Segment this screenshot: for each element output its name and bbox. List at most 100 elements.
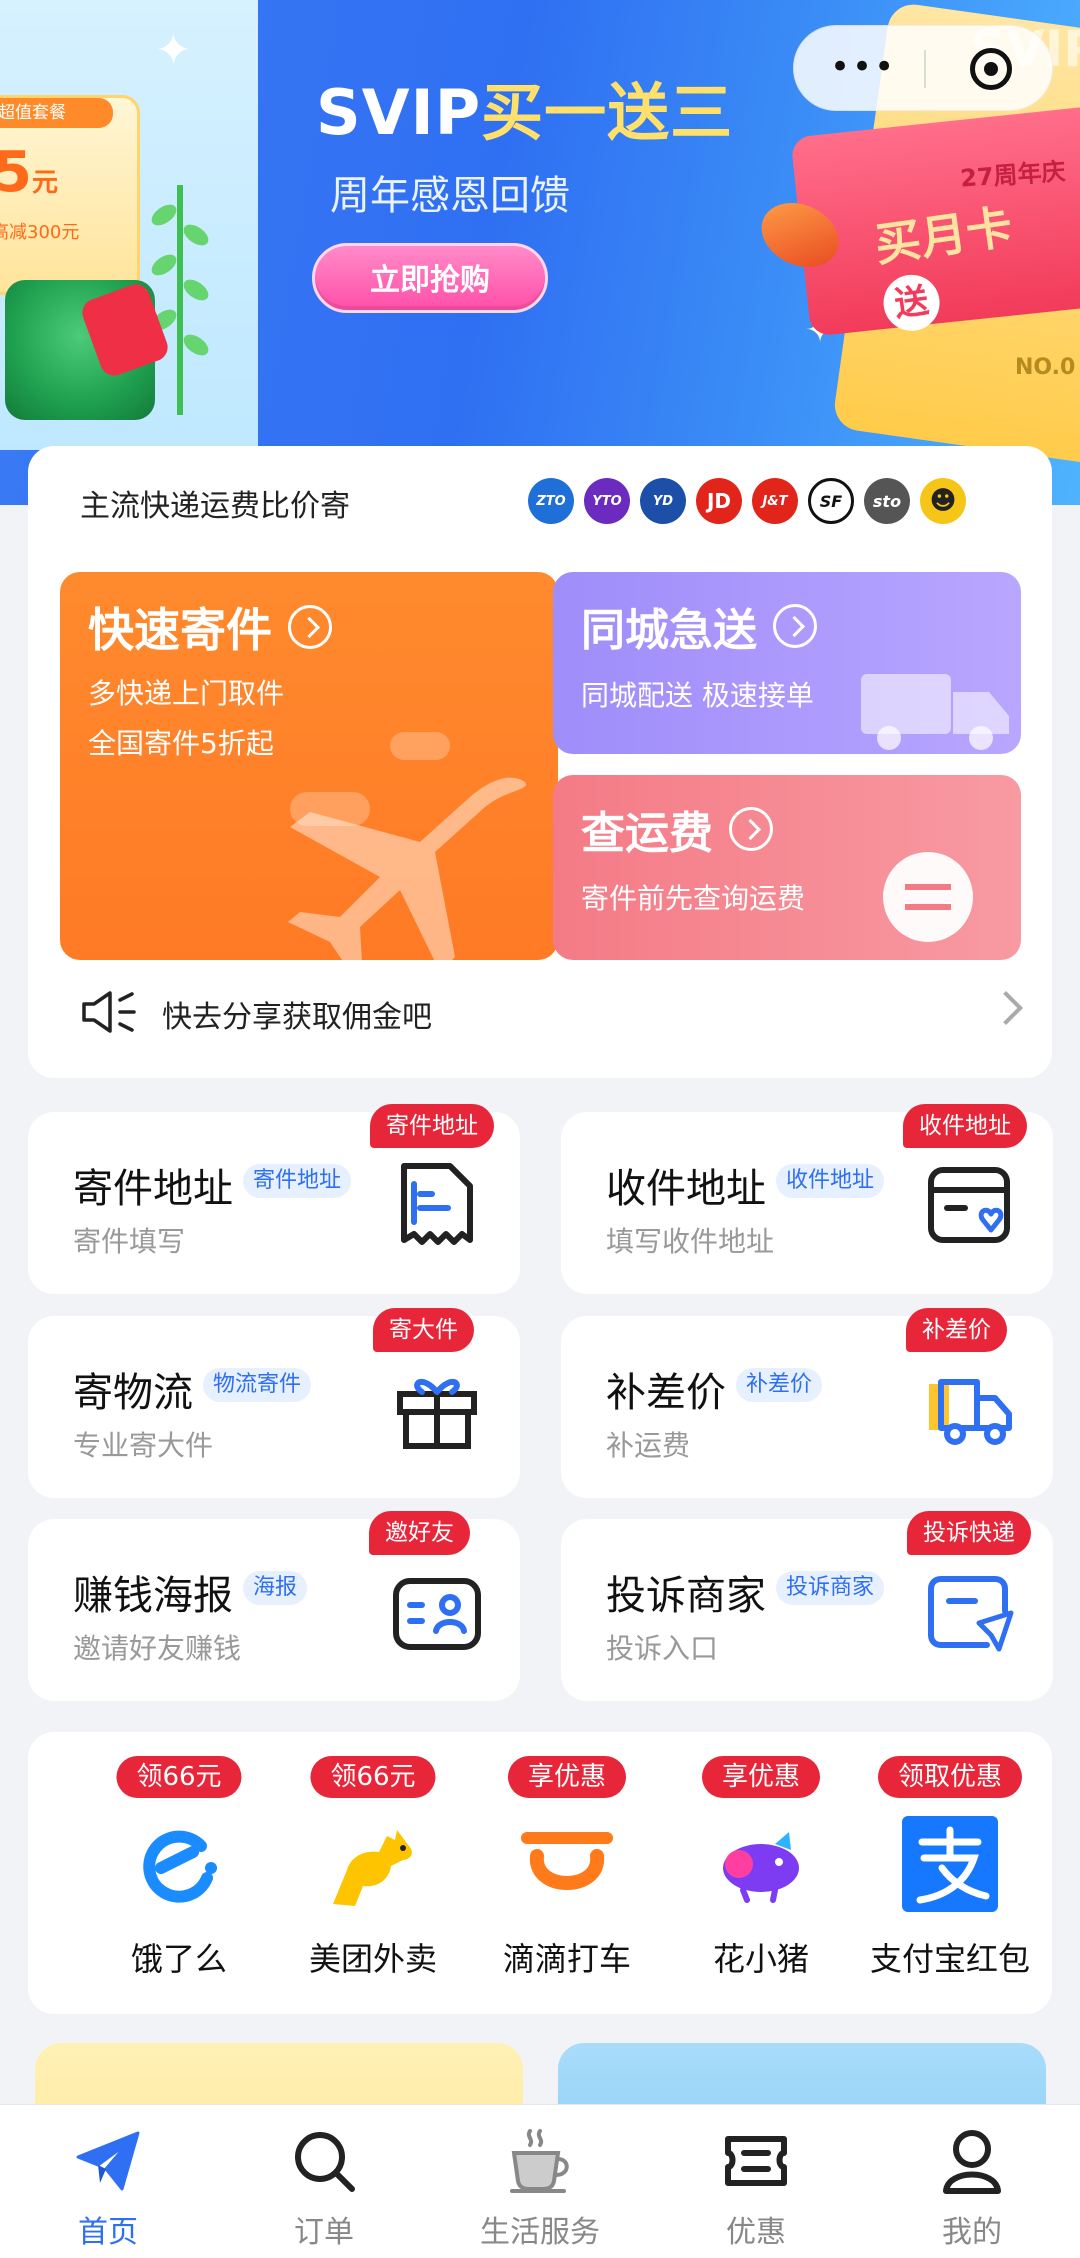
service-chip: 海报 [243, 1571, 308, 1605]
service-subtitle: 补运费 [606, 1429, 691, 1462]
share-commission-row[interactable]: 快去分享获取佣金吧 [80, 982, 1030, 1042]
service-title: 收件地址 [606, 1166, 766, 1212]
truck-icon [861, 674, 1009, 750]
nav-life-services[interactable]: 生活服务 [432, 2105, 648, 2258]
carrier-logo-jd: JD [696, 478, 742, 524]
sparkle-icon: ✦ [155, 25, 192, 76]
same-city-tile[interactable]: 同城急送 同城配送 极速接单 [553, 572, 1021, 754]
buy-now-button[interactable]: 立即抢购 [312, 243, 548, 313]
carrier-logo-smile: ☻ [920, 478, 966, 524]
nav-label: 首页 [78, 2215, 138, 2250]
banner-title-prefix: SVIP [316, 76, 482, 149]
nav-home[interactable]: 首页 [0, 2105, 216, 2258]
service-subtitle: 邀请好友赚钱 [73, 1632, 242, 1665]
banner-title-highlight: 买一送三 [481, 76, 734, 149]
service-title: 补差价 [606, 1370, 726, 1416]
alipay-logo-icon [902, 1816, 998, 1912]
check-fee-title: 查运费 [581, 808, 713, 859]
arrow-circle-icon [288, 605, 332, 649]
same-city-line1: 同城配送 极速接单 [581, 679, 814, 712]
service-title: 寄物流 [73, 1370, 193, 1416]
coffee-cup-icon [510, 2129, 569, 2193]
banner-title: SVIP买一送三 [316, 62, 733, 152]
promo-name: 饿了么 [130, 1940, 227, 1978]
promo-banner[interactable]: 件超值套餐 5元 最高减300元 ✦ ✦ SVIP买一送三 周年感恩回馈 立即抢… [0, 0, 1080, 505]
user-icon [943, 2130, 1001, 2194]
carrier-logo-sf: SF [808, 478, 854, 524]
paper-plane-icon [76, 2131, 140, 2191]
sender-receipt-icon [401, 1163, 473, 1245]
ticket-send-badge: 送 [879, 271, 944, 335]
promo-tag: 领66元 [310, 1756, 436, 1798]
promo-alipay[interactable]: 领取优惠 支付宝红包 [860, 1756, 1040, 1996]
banner-subtitle: 周年感恩回馈 [330, 173, 570, 219]
service-badge: 投诉快递 [907, 1511, 1031, 1555]
service-badge: 寄件地址 [370, 1104, 494, 1148]
promo-name: 美团外卖 [308, 1940, 437, 1978]
service-badge: 收件地址 [903, 1104, 1027, 1148]
service-complaint[interactable]: 投诉商家 投诉商家 投诉入口 投诉快递 [561, 1511, 1053, 1701]
service-subtitle: 专业寄大件 [73, 1429, 214, 1462]
coupon-value-number: 5 [0, 140, 32, 205]
complaint-send-icon [928, 1576, 1014, 1652]
didi-logo-icon [521, 1832, 613, 1890]
promo-tag: 享优惠 [701, 1756, 821, 1798]
promo-eleme[interactable]: 领66元 饿了么 [84, 1756, 274, 1996]
service-logistics[interactable]: 寄物流 物流寄件 专业寄大件 寄大件 [28, 1308, 520, 1498]
ticket-number: NO.0 [1015, 355, 1076, 380]
express-send-line2: 全国寄件5折起 [88, 727, 274, 760]
nav-label: 生活服务 [480, 2215, 600, 2250]
ticket-monthly-card: 买月卡 送 [870, 182, 1080, 335]
nav-label: 我的 [942, 2215, 1002, 2250]
megaphone-icon [82, 991, 136, 1033]
same-city-title: 同城急送 [581, 605, 757, 656]
service-badge: 寄大件 [373, 1308, 474, 1352]
carrier-logo-yto: YTO [584, 478, 630, 524]
eleme-logo-icon [143, 1830, 217, 1903]
service-receiver-address[interactable]: 收件地址 收件地址 填写收件地址 收件地址 [561, 1104, 1053, 1294]
compare-title: 主流快递运费比价寄 [80, 489, 350, 524]
meituan-kangaroo-icon [333, 1830, 412, 1906]
leaf-icon [151, 185, 209, 415]
express-send-title: 快速寄件 [88, 603, 272, 657]
carrier-logo-zto: ZTO [528, 478, 574, 524]
service-price-diff[interactable]: 补差价 补差价 补运费 补差价 [561, 1308, 1053, 1498]
cloud-icon [390, 732, 450, 760]
promo-huaxiaozhu[interactable]: 享优惠 花小猪 [666, 1756, 856, 1996]
nav-profile[interactable]: 我的 [864, 2105, 1080, 2258]
express-send-tile[interactable]: 快速寄件 多快递上门取件 全国寄件5折起 [60, 572, 558, 960]
service-title: 赚钱海报 [73, 1573, 233, 1619]
service-chip: 寄件地址 [243, 1164, 352, 1198]
gift-box-icon [397, 1378, 477, 1449]
promo-name: 花小猪 [712, 1940, 809, 1978]
promo-meituan[interactable]: 领66元 美团外卖 [278, 1756, 468, 1996]
more-icon[interactable]: ••• [830, 50, 896, 84]
check-fee-heading: 查运费 [581, 797, 773, 861]
promo-tag: 领取优惠 [877, 1756, 1023, 1798]
ticket-icon [725, 2136, 787, 2186]
service-earn-poster[interactable]: 赚钱海报 海报 邀请好友赚钱 邀好友 [28, 1511, 520, 1701]
service-subtitle: 填写收件地址 [606, 1225, 775, 1258]
service-chip: 收件地址 [776, 1164, 885, 1198]
nav-orders[interactable]: 订单 [216, 2105, 432, 2258]
receiver-card-icon [928, 1167, 1010, 1243]
nav-label: 优惠 [726, 2215, 786, 2250]
carrier-logo-sto: sto [864, 478, 910, 524]
promo-name: 支付宝红包 [869, 1940, 1030, 1978]
service-badge: 补差价 [906, 1308, 1007, 1352]
mini-program-capsule: ••• [793, 25, 1053, 111]
service-sender-address[interactable]: 寄件地址 寄件地址 寄件填写 寄件地址 [28, 1104, 520, 1294]
service-subtitle: 投诉入口 [606, 1632, 719, 1665]
close-target-icon[interactable] [970, 48, 1012, 90]
coupon-card-art: 件超值套餐 5元 最高减300元 [0, 95, 140, 295]
service-chip: 补差价 [736, 1368, 823, 1402]
swap-icon [883, 852, 973, 942]
nav-discounts[interactable]: 优惠 [648, 2105, 864, 2258]
coupon-value: 5元 [0, 140, 58, 205]
coupon-currency: 元 [31, 168, 58, 198]
capsule-divider [924, 50, 926, 88]
shipping-card: 主流快递运费比价寄 ZTO YTO YD JD J&T SF sto ☻ 快速寄… [28, 446, 1052, 1078]
check-fee-tile[interactable]: 查运费 寄件前先查询运费 [553, 775, 1021, 960]
partner-promo-card: 领66元 饿了么 领66元 美团外卖 享优惠 滴滴打车 享优惠 花小猪 领取优惠… [28, 1732, 1052, 2014]
promo-didi[interactable]: 享优惠 滴滴打车 [472, 1756, 662, 1996]
